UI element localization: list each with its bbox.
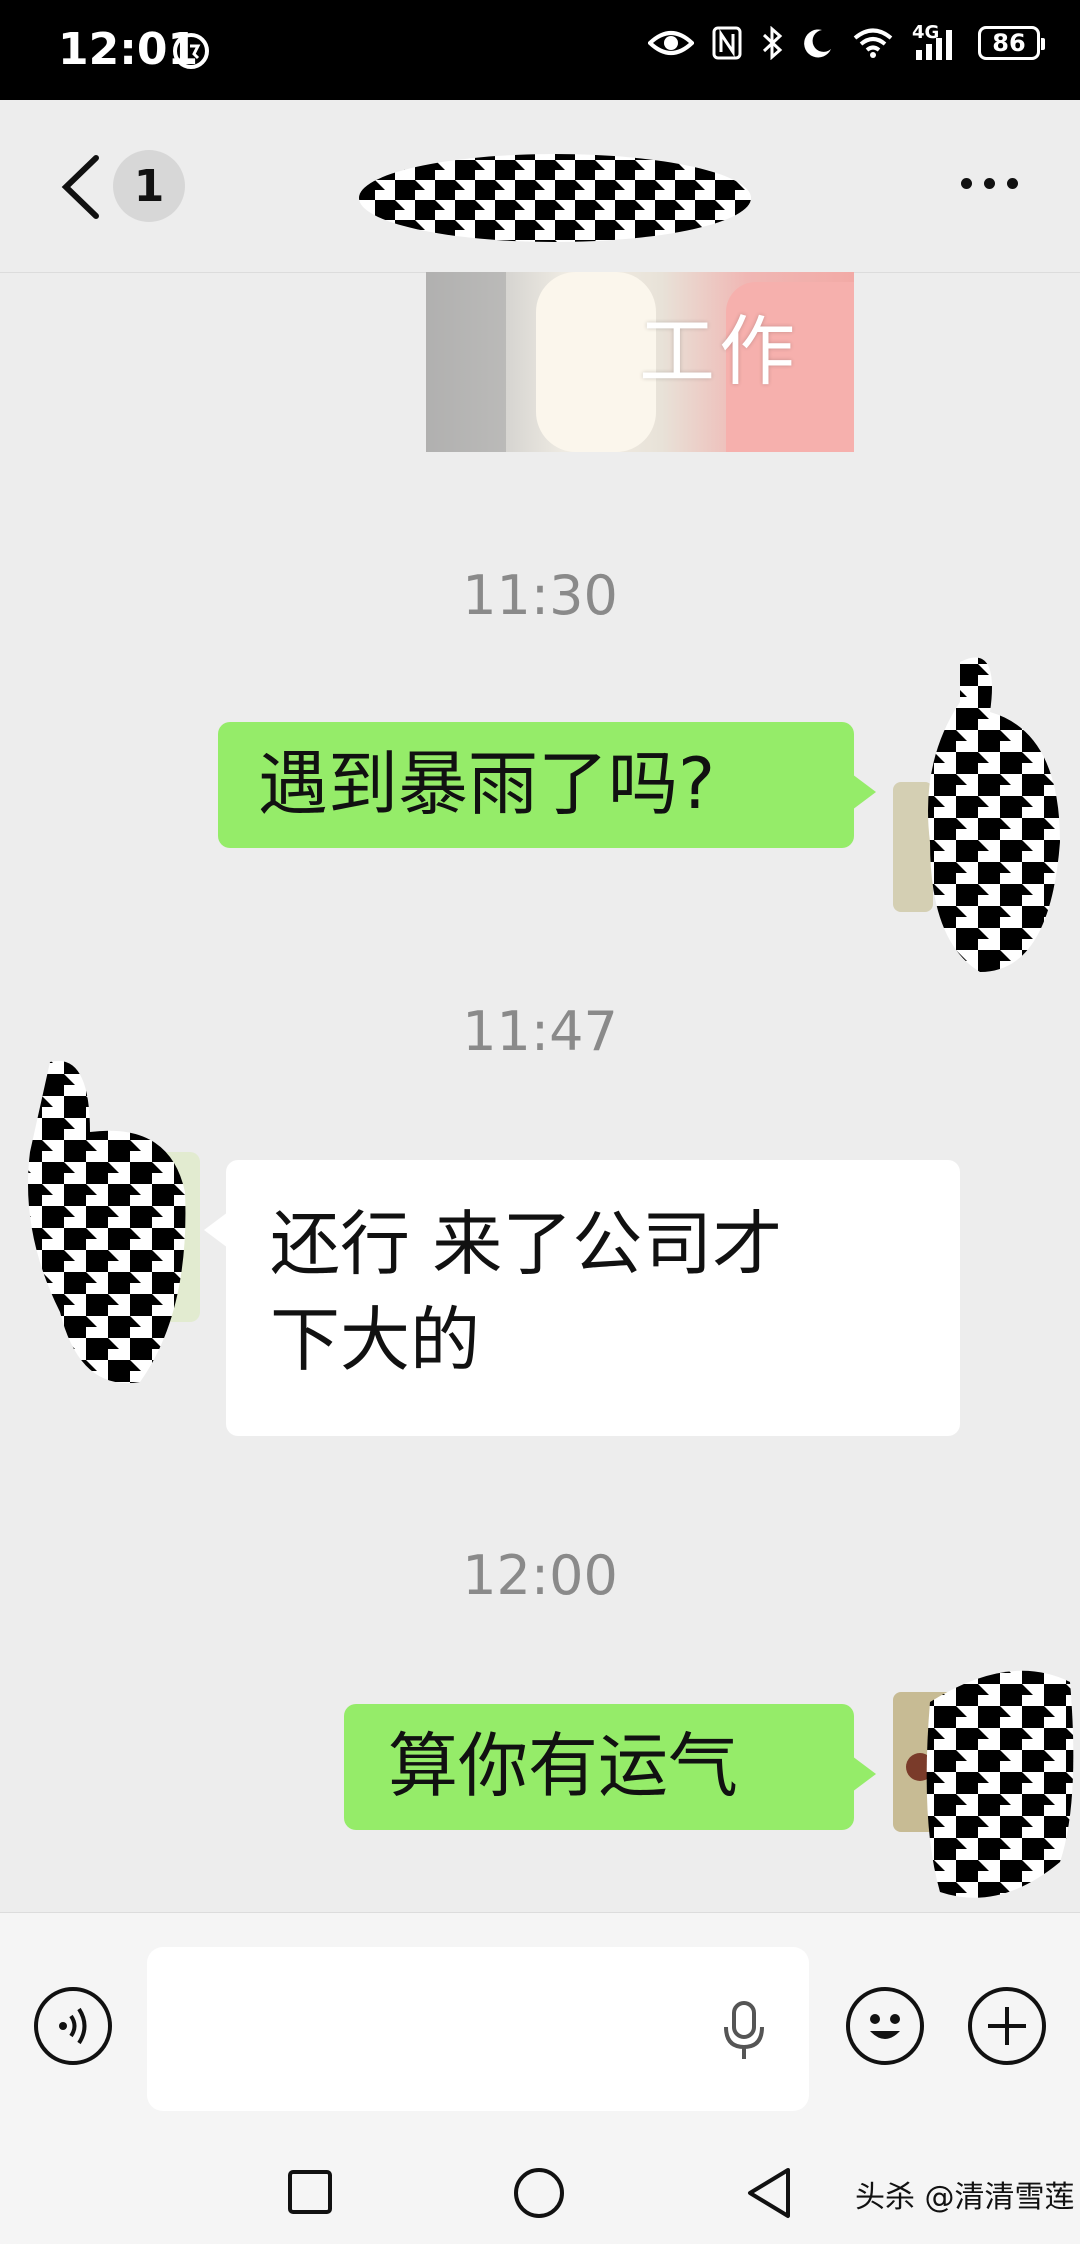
more-actions-button[interactable] [968,1987,1046,2065]
more-options-button[interactable] [961,178,1018,189]
battery-indicator: 86 [978,26,1045,60]
my-avatar[interactable] [890,642,1070,992]
photo-caption: 工作 [639,307,799,396]
chat-header: 1 [0,100,1080,273]
status-bar: 12:01 4G 86 [0,0,1080,100]
back-nav-icon[interactable] [744,2166,794,2220]
message-text-line: 下大的 [270,1299,480,1381]
message-text: 遇到暴雨了吗? [258,743,716,825]
signal-icon: 4G [912,22,960,60]
outgoing-message[interactable]: 遇到暴雨了吗? [218,722,876,848]
plus-icon [988,2007,1026,2045]
incoming-message[interactable]: 还行 来了公司才 下大的 [204,1160,960,1436]
unread-count-badge[interactable]: 1 [113,150,185,222]
moon-icon [804,29,831,58]
status-icons: 4G 86 [648,22,1045,60]
bluetooth-icon [762,26,783,60]
watermark: 头杀 @清清雪莲 [855,2180,1075,2215]
message-text-line: 还行 来了公司才 [270,1203,783,1285]
system-nav-bar: 头杀 @清清雪莲 [0,2140,1080,2244]
outgoing-message[interactable]: 算你有运气 [344,1704,876,1830]
message-input[interactable] [147,1947,809,2111]
voice-wave-icon [59,2007,87,2045]
recent-apps-icon[interactable] [286,2168,334,2216]
back-arrow-icon[interactable] [52,152,112,222]
my-avatar[interactable] [890,1662,1080,1912]
contact-avatar[interactable] [20,1052,200,1402]
smiley-icon [870,2014,900,2039]
image-message[interactable]: 工作 [426,272,854,452]
emoji-button[interactable] [846,1987,924,2065]
wifi-icon [853,28,893,58]
nfc-icon [712,26,742,60]
timestamp-divider: 11:30 [462,564,618,627]
message-list[interactable]: 工作 11:30 遇到暴雨了吗? 11:47 还行 来了公司才 下大的 12:0… [0,272,1080,1912]
message-text: 算你有运气 [388,1725,738,1807]
eye-icon [648,31,694,55]
contact-name-redaction [359,154,751,242]
home-icon[interactable] [512,2166,566,2220]
sync-badge-icon [173,33,209,69]
input-bar [0,1912,1080,2141]
timestamp-divider: 12:00 [462,1544,618,1607]
voice-mode-button[interactable] [34,1987,112,2065]
microphone-icon[interactable] [722,2001,766,2061]
